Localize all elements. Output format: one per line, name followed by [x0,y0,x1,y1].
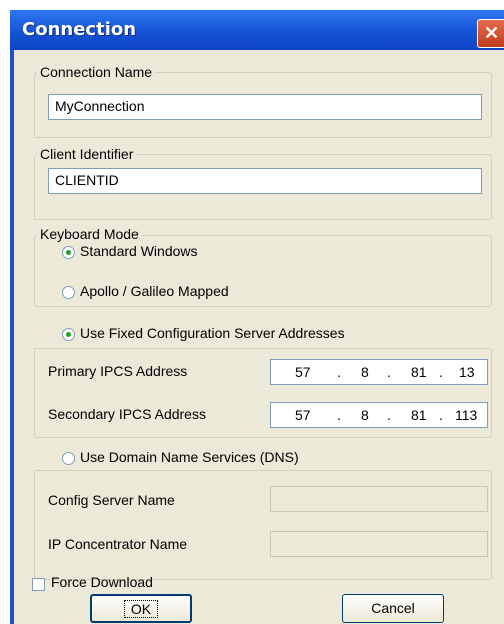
ip-octet: 8 [361,407,369,423]
connection-dialog: Connection ✕ Connection Name MyConnectio… [10,10,504,624]
primary-ipcs-label: Primary IPCS Address [48,363,188,379]
force-download-label[interactable]: Force Download [51,574,153,590]
ip-separator: . [387,407,391,423]
ip-concentrator-input[interactable] [270,531,488,557]
ip-concentrator-label: IP Concentrator Name [48,536,188,552]
ok-button-label: OK [123,600,159,618]
ip-separator: . [439,407,443,423]
client-identifier-legend: Client Identifier [37,146,137,162]
ip-separator: . [337,364,341,380]
ip-octet: 13 [459,364,475,380]
title-bar[interactable]: Connection ✕ [10,10,504,50]
primary-ipcs-input[interactable]: 57 . 8 . 81 . 13 [270,359,488,385]
keyboard-mode-legend: Keyboard Mode [37,226,142,242]
cancel-button[interactable]: Cancel [342,594,444,623]
connection-name-legend: Connection Name [37,64,156,80]
client-identifier-input[interactable]: CLIENTID [48,168,482,194]
ip-octet: 57 [295,364,311,380]
ip-octet: 81 [411,364,427,380]
apollo-galileo-label[interactable]: Apollo / Galileo Mapped [80,283,229,299]
standard-windows-radio[interactable] [62,246,75,259]
apollo-galileo-radio[interactable] [62,286,75,299]
ok-button[interactable]: OK [90,594,192,623]
connection-name-input[interactable]: MyConnection [48,94,482,120]
ip-octet: 57 [295,407,311,423]
cancel-button-label: Cancel [371,600,415,616]
standard-windows-label[interactable]: Standard Windows [80,243,198,259]
force-download-checkbox[interactable] [32,578,45,591]
ip-separator: . [439,364,443,380]
fixed-addresses-label[interactable]: Use Fixed Configuration Server Addresses [80,325,345,341]
dns-radio[interactable] [62,452,75,465]
ip-octet: 81 [411,407,427,423]
secondary-ipcs-label: Secondary IPCS Address [48,406,206,422]
window-title: Connection [22,19,137,40]
secondary-ipcs-input[interactable]: 57 . 8 . 81 . 113 [270,402,488,428]
fixed-addresses-radio[interactable] [62,328,75,341]
dns-label[interactable]: Use Domain Name Services (DNS) [80,449,299,465]
config-server-input[interactable] [270,486,488,512]
ip-octet: 113 [455,407,478,423]
ip-separator: . [387,364,391,380]
ip-octet: 8 [361,364,369,380]
close-icon[interactable]: ✕ [477,19,504,48]
dialog-body: Connection Name MyConnection Client Iden… [14,50,504,624]
ip-separator: . [337,407,341,423]
config-server-label: Config Server Name [48,492,175,508]
